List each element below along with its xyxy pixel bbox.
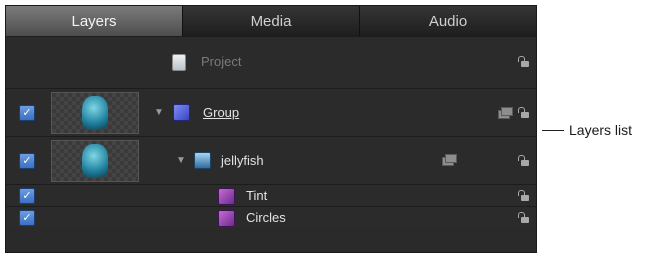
lock-icon[interactable]	[518, 155, 529, 166]
disclosure-triangle-icon[interactable]: ▼	[154, 107, 164, 118]
layers-panel: Layers Media Audio Project ✓ ▼ Group ✓ ▼	[5, 5, 537, 253]
layers-list: Project ✓ ▼ Group ✓ ▼ jellyfish ✓ Tint ✓…	[6, 36, 536, 228]
thumbnail-group	[51, 92, 139, 134]
stack-icon	[498, 107, 513, 119]
layer-row-project[interactable]: Project	[6, 36, 536, 88]
layer-row-jellyfish[interactable]: ✓ ▼ jellyfish	[6, 136, 536, 184]
layer-label-circles: Circles	[246, 210, 286, 225]
callout-line	[542, 130, 564, 131]
stack-icon	[442, 154, 457, 166]
layer-label-tint: Tint	[246, 188, 268, 203]
checkbox-group[interactable]: ✓	[19, 105, 35, 121]
disclosure-triangle-icon[interactable]: ▼	[176, 155, 186, 166]
image-icon	[194, 152, 211, 169]
checkbox-circles[interactable]: ✓	[19, 210, 35, 226]
tab-media[interactable]: Media	[183, 6, 360, 36]
layer-row-circles[interactable]: ✓ Circles	[6, 206, 536, 228]
lock-icon[interactable]	[518, 107, 529, 118]
lock-icon[interactable]	[518, 56, 529, 67]
checkbox-jellyfish[interactable]: ✓	[19, 153, 35, 169]
lock-icon[interactable]	[518, 212, 529, 223]
tab-layers[interactable]: Layers	[6, 6, 183, 36]
layer-label-jellyfish: jellyfish	[221, 153, 264, 168]
layer-label-project: Project	[201, 54, 242, 69]
filter-icon	[218, 210, 235, 227]
tab-audio[interactable]: Audio	[360, 6, 536, 36]
layer-row-group[interactable]: ✓ ▼ Group	[6, 88, 536, 136]
layer-row-tint[interactable]: ✓ Tint	[6, 184, 536, 206]
filter-icon	[218, 188, 235, 205]
lock-icon[interactable]	[518, 190, 529, 201]
tab-bar: Layers Media Audio	[6, 6, 536, 36]
thumbnail-jellyfish	[51, 140, 139, 182]
group-icon	[173, 104, 190, 121]
layer-label-group: Group	[203, 105, 240, 120]
callout-label: Layers list	[569, 122, 633, 138]
document-icon	[172, 54, 186, 71]
checkbox-tint[interactable]: ✓	[19, 188, 35, 204]
